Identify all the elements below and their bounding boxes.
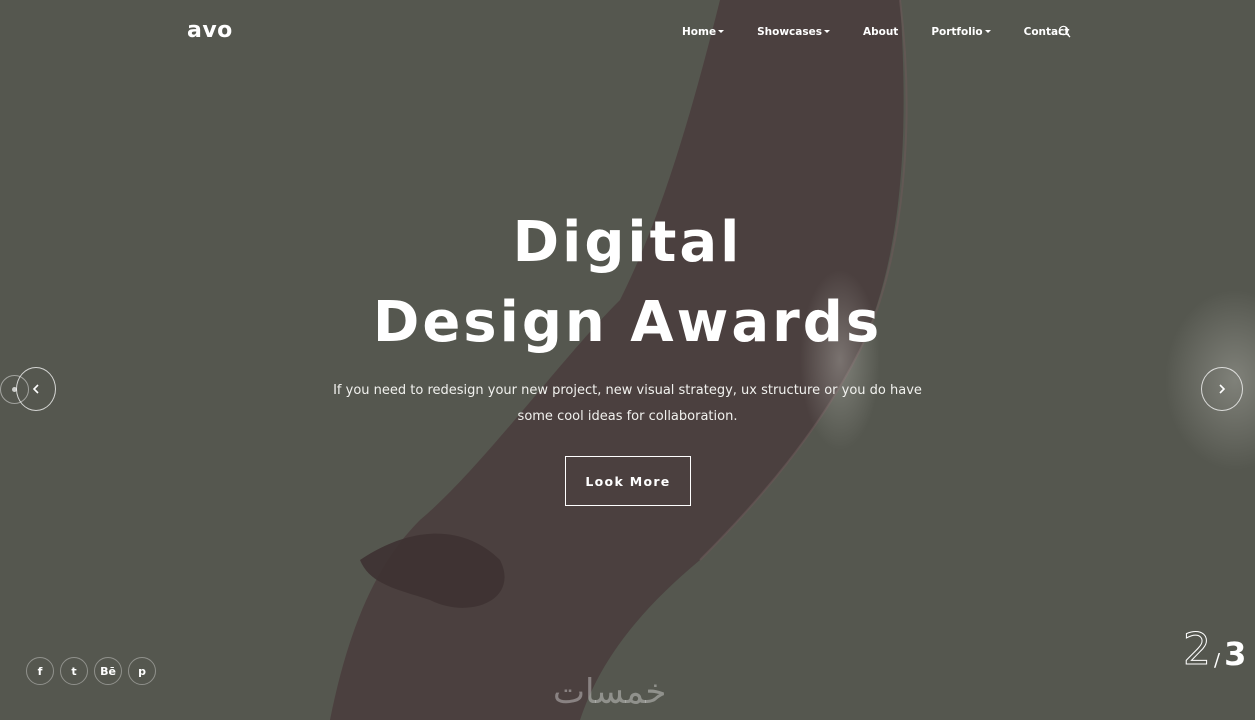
hero-title-line1: Digital xyxy=(512,210,743,275)
caret-down-icon xyxy=(823,29,830,33)
nav-item-label: About xyxy=(862,26,899,38)
navbar: avo Home Showcases About Portfolio Conta… xyxy=(0,0,1255,64)
hero-subtitle: If you need to redesign your new project… xyxy=(0,378,1255,430)
prev-slide-button[interactable] xyxy=(16,367,56,411)
caret-down-icon xyxy=(984,29,991,33)
nav-item-label: Home xyxy=(682,26,717,38)
pinterest-icon[interactable]: p xyxy=(128,657,156,685)
watermark-logo: خمسات xyxy=(553,672,667,712)
look-more-button[interactable]: Look More xyxy=(565,456,691,506)
slide-separator: / xyxy=(1214,650,1221,671)
nav-item-showcases[interactable]: Showcases xyxy=(757,26,830,38)
facebook-icon[interactable]: f xyxy=(26,657,54,685)
hand-image xyxy=(330,0,1255,720)
behance-icon[interactable]: Bē xyxy=(94,657,122,685)
nav-item-portfolio[interactable]: Portfolio xyxy=(931,26,991,38)
slide-total: 3 xyxy=(1224,635,1247,673)
caret-down-icon xyxy=(718,29,725,33)
slide-current: 2 xyxy=(1183,624,1212,675)
social-links: f t Bē p xyxy=(26,657,162,685)
slide-counter: 2 / 3 xyxy=(1183,624,1247,675)
search-icon[interactable] xyxy=(1058,25,1071,38)
nav-item-about[interactable]: About xyxy=(863,26,898,38)
nav-item-home[interactable]: Home xyxy=(682,26,725,38)
nav-item-label: Showcases xyxy=(757,26,822,38)
hero-title-line2: Design Awards xyxy=(372,290,883,355)
nav-item-label: Portfolio xyxy=(931,26,983,38)
twitter-icon[interactable]: t xyxy=(60,657,88,685)
hero-background xyxy=(0,0,1255,720)
next-slide-button[interactable] xyxy=(1201,367,1243,411)
hero-subtitle-line1: If you need to redesign your new project… xyxy=(333,383,922,398)
hero-subtitle-line2: some cool ideas for collaboration. xyxy=(517,409,738,424)
main-menu: Home Showcases About Portfolio Contact xyxy=(682,26,1102,38)
logo[interactable]: avo xyxy=(187,18,233,43)
chevron-left-icon xyxy=(32,384,39,394)
chevron-right-icon xyxy=(1219,384,1226,394)
